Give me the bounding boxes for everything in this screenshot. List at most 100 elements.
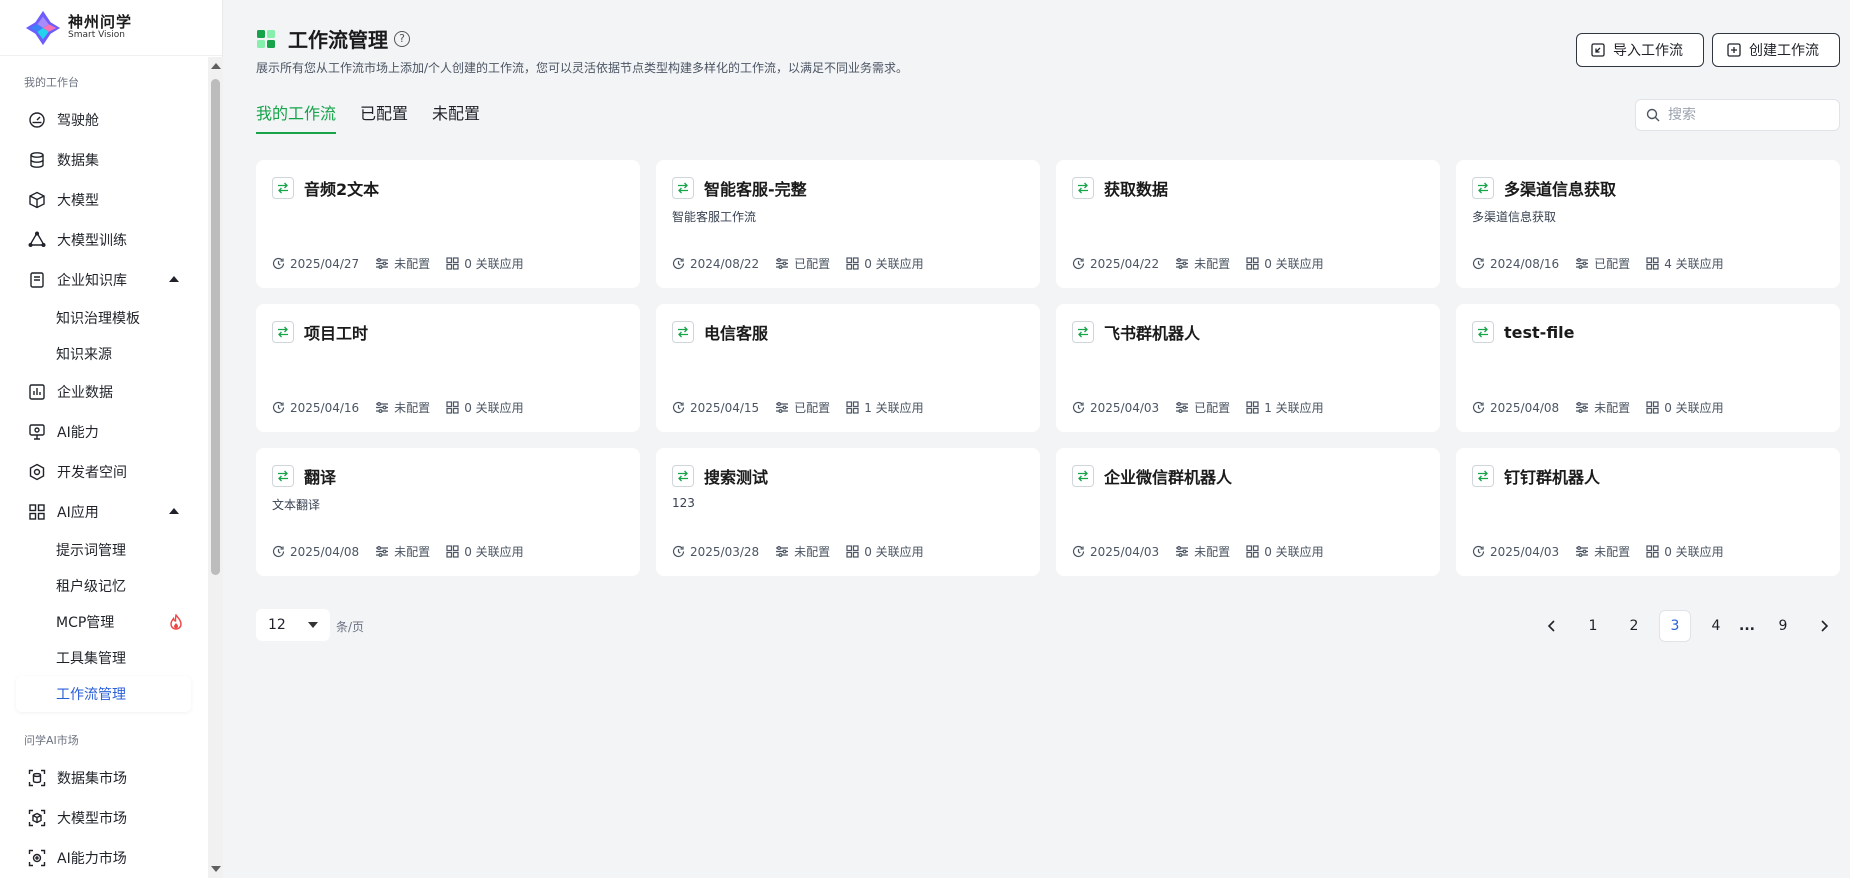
workflow-meta: 2025/04/27 未配置 0 关联应用 — [272, 255, 540, 272]
workflow-title: test-file — [1504, 322, 1575, 342]
search-input[interactable] — [1668, 107, 1828, 123]
workflow-title: 音频2文本 — [304, 180, 380, 199]
linked-apps-icon — [846, 545, 859, 558]
workflow-icon — [1472, 321, 1494, 343]
database-icon — [28, 151, 46, 169]
sidebar-item-knowledge-base[interactable]: 企业知识库 — [0, 260, 207, 300]
clock-icon — [1072, 545, 1085, 558]
sidebar-item-label: 开发者空间 — [57, 465, 127, 481]
sidebar-item-dataset-market[interactable]: 数据集市场 — [0, 758, 207, 798]
model-market-icon — [28, 809, 46, 827]
workflow-title: 多渠道信息获取 — [1504, 180, 1617, 199]
page-button[interactable]: 9 — [1767, 610, 1799, 642]
prev-page-button[interactable] — [1536, 610, 1568, 642]
workflow-card[interactable]: 飞书群机器人 2025/04/03 已配置 1 关联应用 — [1056, 304, 1440, 432]
page-size-select[interactable]: 12 — [256, 609, 330, 641]
settings-sliders-icon — [1576, 258, 1589, 270]
sidebar-item-label: 大模型市场 — [57, 811, 127, 827]
linked-apps-icon — [846, 401, 859, 414]
sidebar-scrollbar[interactable] — [208, 57, 223, 878]
sidebar-item-ai-apps[interactable]: AI应用 — [0, 492, 207, 532]
workflow-card[interactable]: test-file 2025/04/08 未配置 0 关联应用 — [1456, 304, 1840, 432]
workflow-icon — [1072, 177, 1094, 199]
workflow-card[interactable]: 翻译 文本翻译 2025/04/08 未配置 0 关联应用 — [256, 448, 640, 576]
settings-sliders-icon — [376, 402, 389, 414]
sidebar-item-label: 工具集管理 — [56, 651, 126, 667]
workflow-linked-apps: 0 关联应用 — [464, 545, 524, 559]
scrollbar-thumb[interactable] — [211, 79, 220, 575]
import-icon — [1591, 43, 1605, 57]
sidebar-item-knowledge-template[interactable]: 知识治理模板 — [0, 300, 191, 336]
sidebar-item-enterprise-data[interactable]: 企业数据 — [0, 372, 207, 412]
linked-apps-icon — [846, 257, 859, 270]
page-button[interactable]: 2 — [1618, 610, 1650, 642]
scroll-up-arrow-icon[interactable] — [211, 63, 221, 69]
tab-unconfigured[interactable]: 未配置 — [432, 100, 480, 134]
workflow-date: 2025/04/03 — [1490, 544, 1560, 559]
workflow-linked-apps: 0 关联应用 — [464, 401, 524, 415]
linked-apps-icon — [1246, 257, 1259, 270]
workflow-card[interactable]: 电信客服 2025/04/15 已配置 1 关联应用 — [656, 304, 1040, 432]
workflow-icon — [672, 177, 694, 199]
settings-sliders-icon — [776, 546, 789, 558]
clock-icon — [1072, 401, 1085, 414]
sidebar-item-prompt-management[interactable]: 提示词管理 — [0, 532, 191, 568]
workflow-status: 未配置 — [394, 257, 431, 271]
workflow-card[interactable]: 音频2文本 2025/04/27 未配置 0 关联应用 — [256, 160, 640, 288]
logo-icon — [25, 10, 61, 45]
sidebar-item-tenant-memory[interactable]: 租户级记忆 — [0, 568, 191, 604]
tab-my-workflows[interactable]: 我的工作流 — [256, 100, 337, 134]
sidebar-item-dataset[interactable]: 数据集 — [0, 140, 207, 180]
next-page-button[interactable] — [1808, 610, 1840, 642]
sidebar-item-label: 工作流管理 — [56, 687, 126, 703]
chevron-up-icon[interactable] — [169, 508, 179, 514]
import-workflow-button[interactable]: 导入工作流 — [1576, 33, 1704, 67]
workflow-date: 2024/08/16 — [1490, 256, 1560, 271]
workflow-description — [1072, 496, 1424, 512]
import-workflow-label: 导入工作流 — [1613, 43, 1683, 59]
workflow-icon — [1072, 465, 1094, 487]
sidebar-item-toolset-management[interactable]: 工具集管理 — [0, 640, 191, 676]
linked-apps-icon — [1246, 545, 1259, 558]
workflow-card[interactable]: 智能客服-完整 智能客服工作流 2024/08/22 已配置 0 关联应用 — [656, 160, 1040, 288]
workflow-card[interactable]: 企业微信群机器人 2025/04/03 未配置 0 关联应用 — [1056, 448, 1440, 576]
tab-configured[interactable]: 已配置 — [360, 100, 408, 134]
sidebar-item-knowledge-source[interactable]: 知识来源 — [0, 336, 191, 372]
workflow-card[interactable]: 搜索测试 123 2025/03/28 未配置 0 关联应用 — [656, 448, 1040, 576]
create-workflow-button[interactable]: 创建工作流 — [1712, 33, 1840, 67]
sidebar-item-models[interactable]: 大模型 — [0, 180, 207, 220]
sidebar-item-model-training[interactable]: 大模型训练 — [0, 220, 207, 260]
clock-icon — [1472, 545, 1485, 558]
sidebar-item-model-market[interactable]: 大模型市场 — [0, 798, 207, 838]
workflow-title: 翻译 — [304, 468, 337, 487]
sidebar-item-label: 企业数据 — [57, 385, 113, 401]
sidebar-item-workflow-management[interactable]: 工作流管理 — [16, 676, 191, 712]
sidebar-item-ai-capability[interactable]: AI能力 — [0, 412, 207, 452]
workflow-card[interactable]: 多渠道信息获取 多渠道信息获取 2024/08/16 已配置 4 关联应用 — [1456, 160, 1840, 288]
page-button[interactable]: 4 — [1700, 610, 1732, 642]
workflow-description — [272, 208, 624, 224]
scroll-down-arrow-icon[interactable] — [211, 866, 221, 872]
workflow-card[interactable]: 获取数据 2025/04/22 未配置 0 关联应用 — [1056, 160, 1440, 288]
help-icon[interactable]: ? — [394, 30, 410, 47]
search-box[interactable] — [1635, 99, 1840, 131]
clock-icon — [1072, 257, 1085, 270]
brand-name: 神州问学 — [68, 13, 133, 32]
linked-apps-icon — [1246, 401, 1259, 414]
page-button[interactable]: 1 — [1577, 610, 1609, 642]
sidebar-item-label: 大模型 — [57, 193, 99, 209]
workflow-icon — [1072, 321, 1094, 343]
sidebar-item-ai-market[interactable]: AI能力市场 — [0, 838, 207, 878]
sidebar-item-cockpit[interactable]: 驾驶舱 — [0, 100, 207, 140]
settings-sliders-icon — [1576, 402, 1589, 414]
page-button[interactable]: 3 — [1659, 610, 1691, 642]
sidebar-item-mcp-management[interactable]: MCP管理 — [0, 604, 191, 640]
chevron-up-icon[interactable] — [169, 276, 179, 282]
linked-apps-icon — [1646, 401, 1659, 414]
workflow-meta: 2025/04/03 已配置 1 关联应用 — [1072, 399, 1340, 416]
workflow-card[interactable]: 项目工时 2025/04/16 未配置 0 关联应用 — [256, 304, 640, 432]
sidebar-item-developer-space[interactable]: 开发者空间 — [0, 452, 207, 492]
workflow-linked-apps: 0 关联应用 — [864, 257, 924, 271]
logo[interactable]: 神州问学 Smart Vision — [0, 0, 222, 56]
workflow-card[interactable]: 钉钉群机器人 2025/04/03 未配置 0 关联应用 — [1456, 448, 1840, 576]
